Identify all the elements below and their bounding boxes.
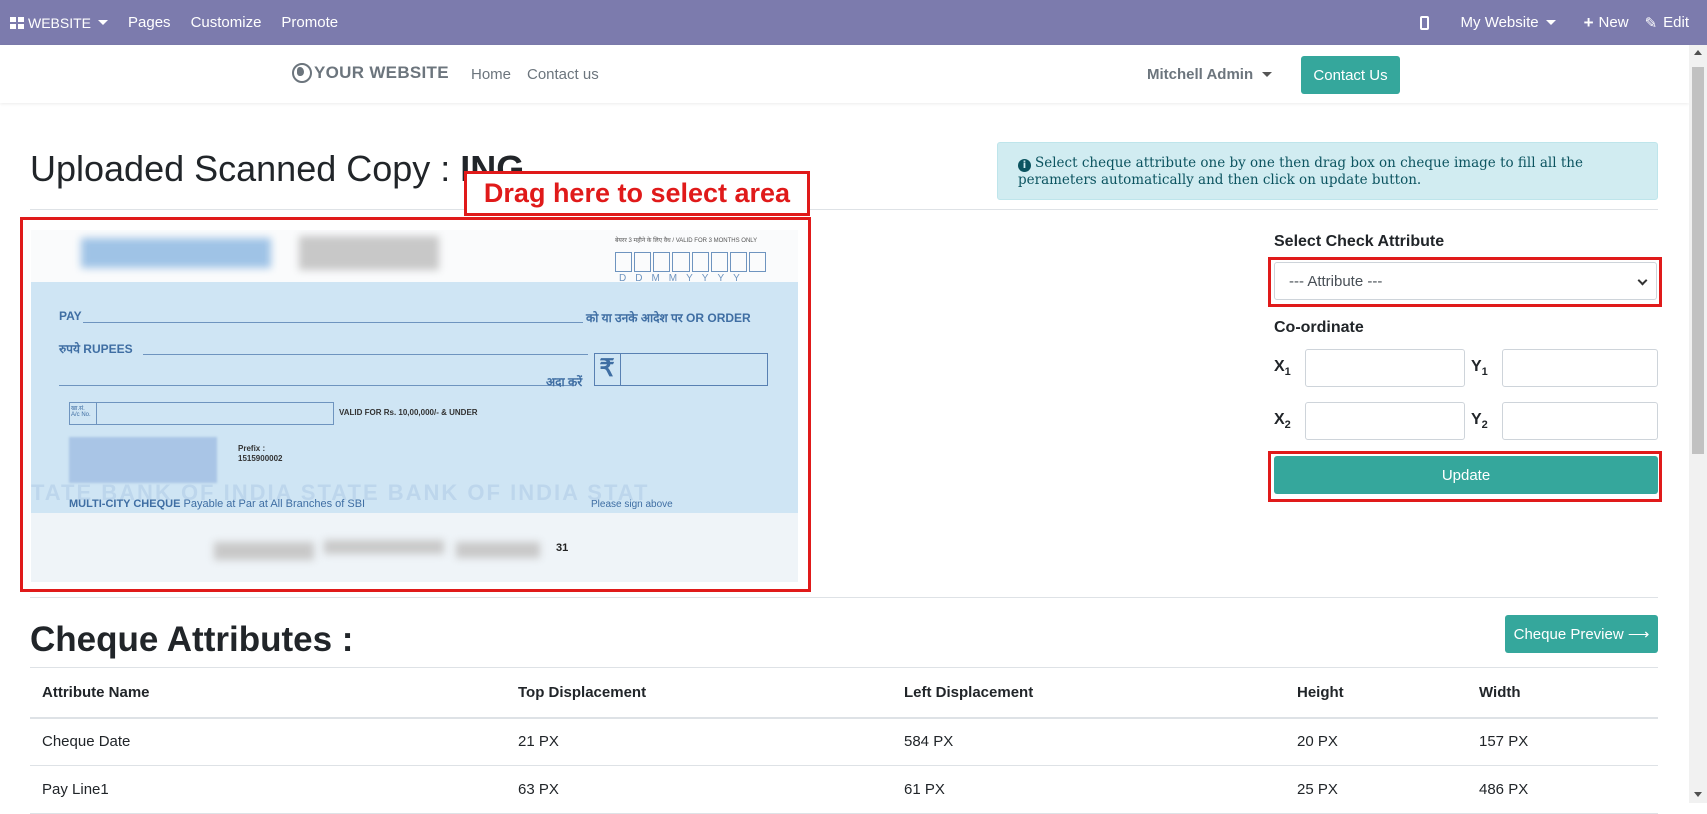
caret-down-icon xyxy=(1262,72,1273,77)
customize-menu[interactable]: Customize xyxy=(181,0,272,45)
coordinate-label: Co-ordinate xyxy=(1274,319,1364,336)
admin-bar: WEBSITE Pages Customize Promote My Websi… xyxy=(0,0,1707,45)
cell-attribute-name: Cheque Date xyxy=(30,717,506,766)
mobile-preview-button[interactable] xyxy=(1410,0,1439,45)
column-width: Width xyxy=(1467,667,1658,719)
divider xyxy=(30,209,1658,210)
caret-down-icon xyxy=(1545,20,1556,25)
globe-icon xyxy=(292,63,312,83)
cell-height: 20 PX xyxy=(1285,717,1467,766)
page-title: Uploaded Scanned Copy : ING xyxy=(30,148,524,190)
pencil-icon: ✎ xyxy=(1644,14,1658,32)
edit-button[interactable]: ✎ Edit xyxy=(1639,0,1699,45)
info-text: Select cheque attribute one by one then … xyxy=(1018,155,1583,188)
drag-area-callout: Drag here to select area xyxy=(464,171,810,216)
x1-label: X1 xyxy=(1274,358,1291,379)
cheque-attributes-title: Cheque Attributes : xyxy=(30,620,354,659)
x2-label: X2 xyxy=(1274,411,1291,432)
cell-top: 63 PX xyxy=(506,765,892,814)
attributes-table: Attribute Name Top Displacement Left Dis… xyxy=(30,667,1658,814)
chevron-down-icon xyxy=(1637,275,1648,286)
nav-contact-us[interactable]: Contact us xyxy=(527,66,599,83)
plus-icon: + xyxy=(1583,12,1594,32)
logo-text: YOUR WEBSITE xyxy=(314,63,449,82)
drag-area-highlight xyxy=(20,217,811,592)
scroll-down-icon[interactable] xyxy=(1694,792,1702,797)
my-website-menu[interactable]: My Website xyxy=(1439,0,1566,45)
nav-home[interactable]: Home xyxy=(471,66,511,83)
cell-top: 21 PX xyxy=(506,717,892,766)
x2-input[interactable] xyxy=(1305,402,1465,440)
new-button[interactable]: + New xyxy=(1566,0,1639,45)
caret-down-icon xyxy=(98,20,109,25)
cell-left: 61 PX xyxy=(892,765,1285,814)
cheque-preview-button[interactable]: Cheque Preview ⟶ xyxy=(1505,615,1658,653)
edit-label: Edit xyxy=(1663,14,1689,31)
column-height: Height xyxy=(1285,667,1467,719)
cell-left: 584 PX xyxy=(892,717,1285,766)
contact-us-button[interactable]: Contact Us xyxy=(1301,56,1400,94)
update-button[interactable]: Update xyxy=(1274,456,1658,494)
cell-attribute-name: Pay Line1 xyxy=(30,765,506,814)
info-alert: i Select cheque attribute one by one then… xyxy=(997,142,1658,200)
pages-menu[interactable]: Pages xyxy=(118,0,181,45)
info-icon: i xyxy=(1018,159,1031,172)
cell-width: 486 PX xyxy=(1467,765,1658,814)
attribute-select[interactable]: --- Attribute --- xyxy=(1274,262,1657,300)
attribute-select-value: --- Attribute --- xyxy=(1289,272,1383,290)
scrollbar-thumb[interactable] xyxy=(1692,67,1704,454)
user-menu[interactable]: Mitchell Admin xyxy=(1147,66,1273,83)
y1-label: Y1 xyxy=(1471,358,1488,379)
divider xyxy=(30,597,1658,598)
table-header-row: Attribute Name Top Displacement Left Dis… xyxy=(30,667,1658,719)
y2-input[interactable] xyxy=(1502,402,1658,440)
site-logo[interactable]: YOUR WEBSITE xyxy=(292,63,449,83)
table-row: Pay Line1 63 PX 61 PX 25 PX 486 PX xyxy=(30,765,1658,814)
promote-menu[interactable]: Promote xyxy=(271,0,348,45)
x1-input[interactable] xyxy=(1305,349,1465,387)
table-row: Cheque Date 21 PX 584 PX 20 PX 157 PX xyxy=(30,717,1658,766)
website-menu-label: WEBSITE xyxy=(28,14,92,31)
column-top-displacement: Top Displacement xyxy=(506,667,892,719)
column-attribute-name: Attribute Name xyxy=(30,667,506,719)
mobile-icon xyxy=(1419,15,1429,30)
select-attribute-label: Select Check Attribute xyxy=(1274,233,1445,250)
cell-height: 25 PX xyxy=(1285,765,1467,814)
apps-grid-icon xyxy=(10,16,24,29)
website-menu[interactable]: WEBSITE xyxy=(10,0,118,45)
scroll-up-icon[interactable] xyxy=(1694,50,1702,55)
site-header: YOUR WEBSITE Home Contact us Mitchell Ad… xyxy=(0,45,1689,103)
user-name: Mitchell Admin xyxy=(1147,66,1254,83)
my-website-label: My Website xyxy=(1460,14,1539,31)
page-title-prefix: Uploaded Scanned Copy : xyxy=(30,148,461,189)
new-label: New xyxy=(1598,14,1629,31)
y2-label: Y2 xyxy=(1471,411,1488,432)
y1-input[interactable] xyxy=(1502,349,1658,387)
column-left-displacement: Left Displacement xyxy=(892,667,1285,719)
cell-width: 157 PX xyxy=(1467,717,1658,766)
